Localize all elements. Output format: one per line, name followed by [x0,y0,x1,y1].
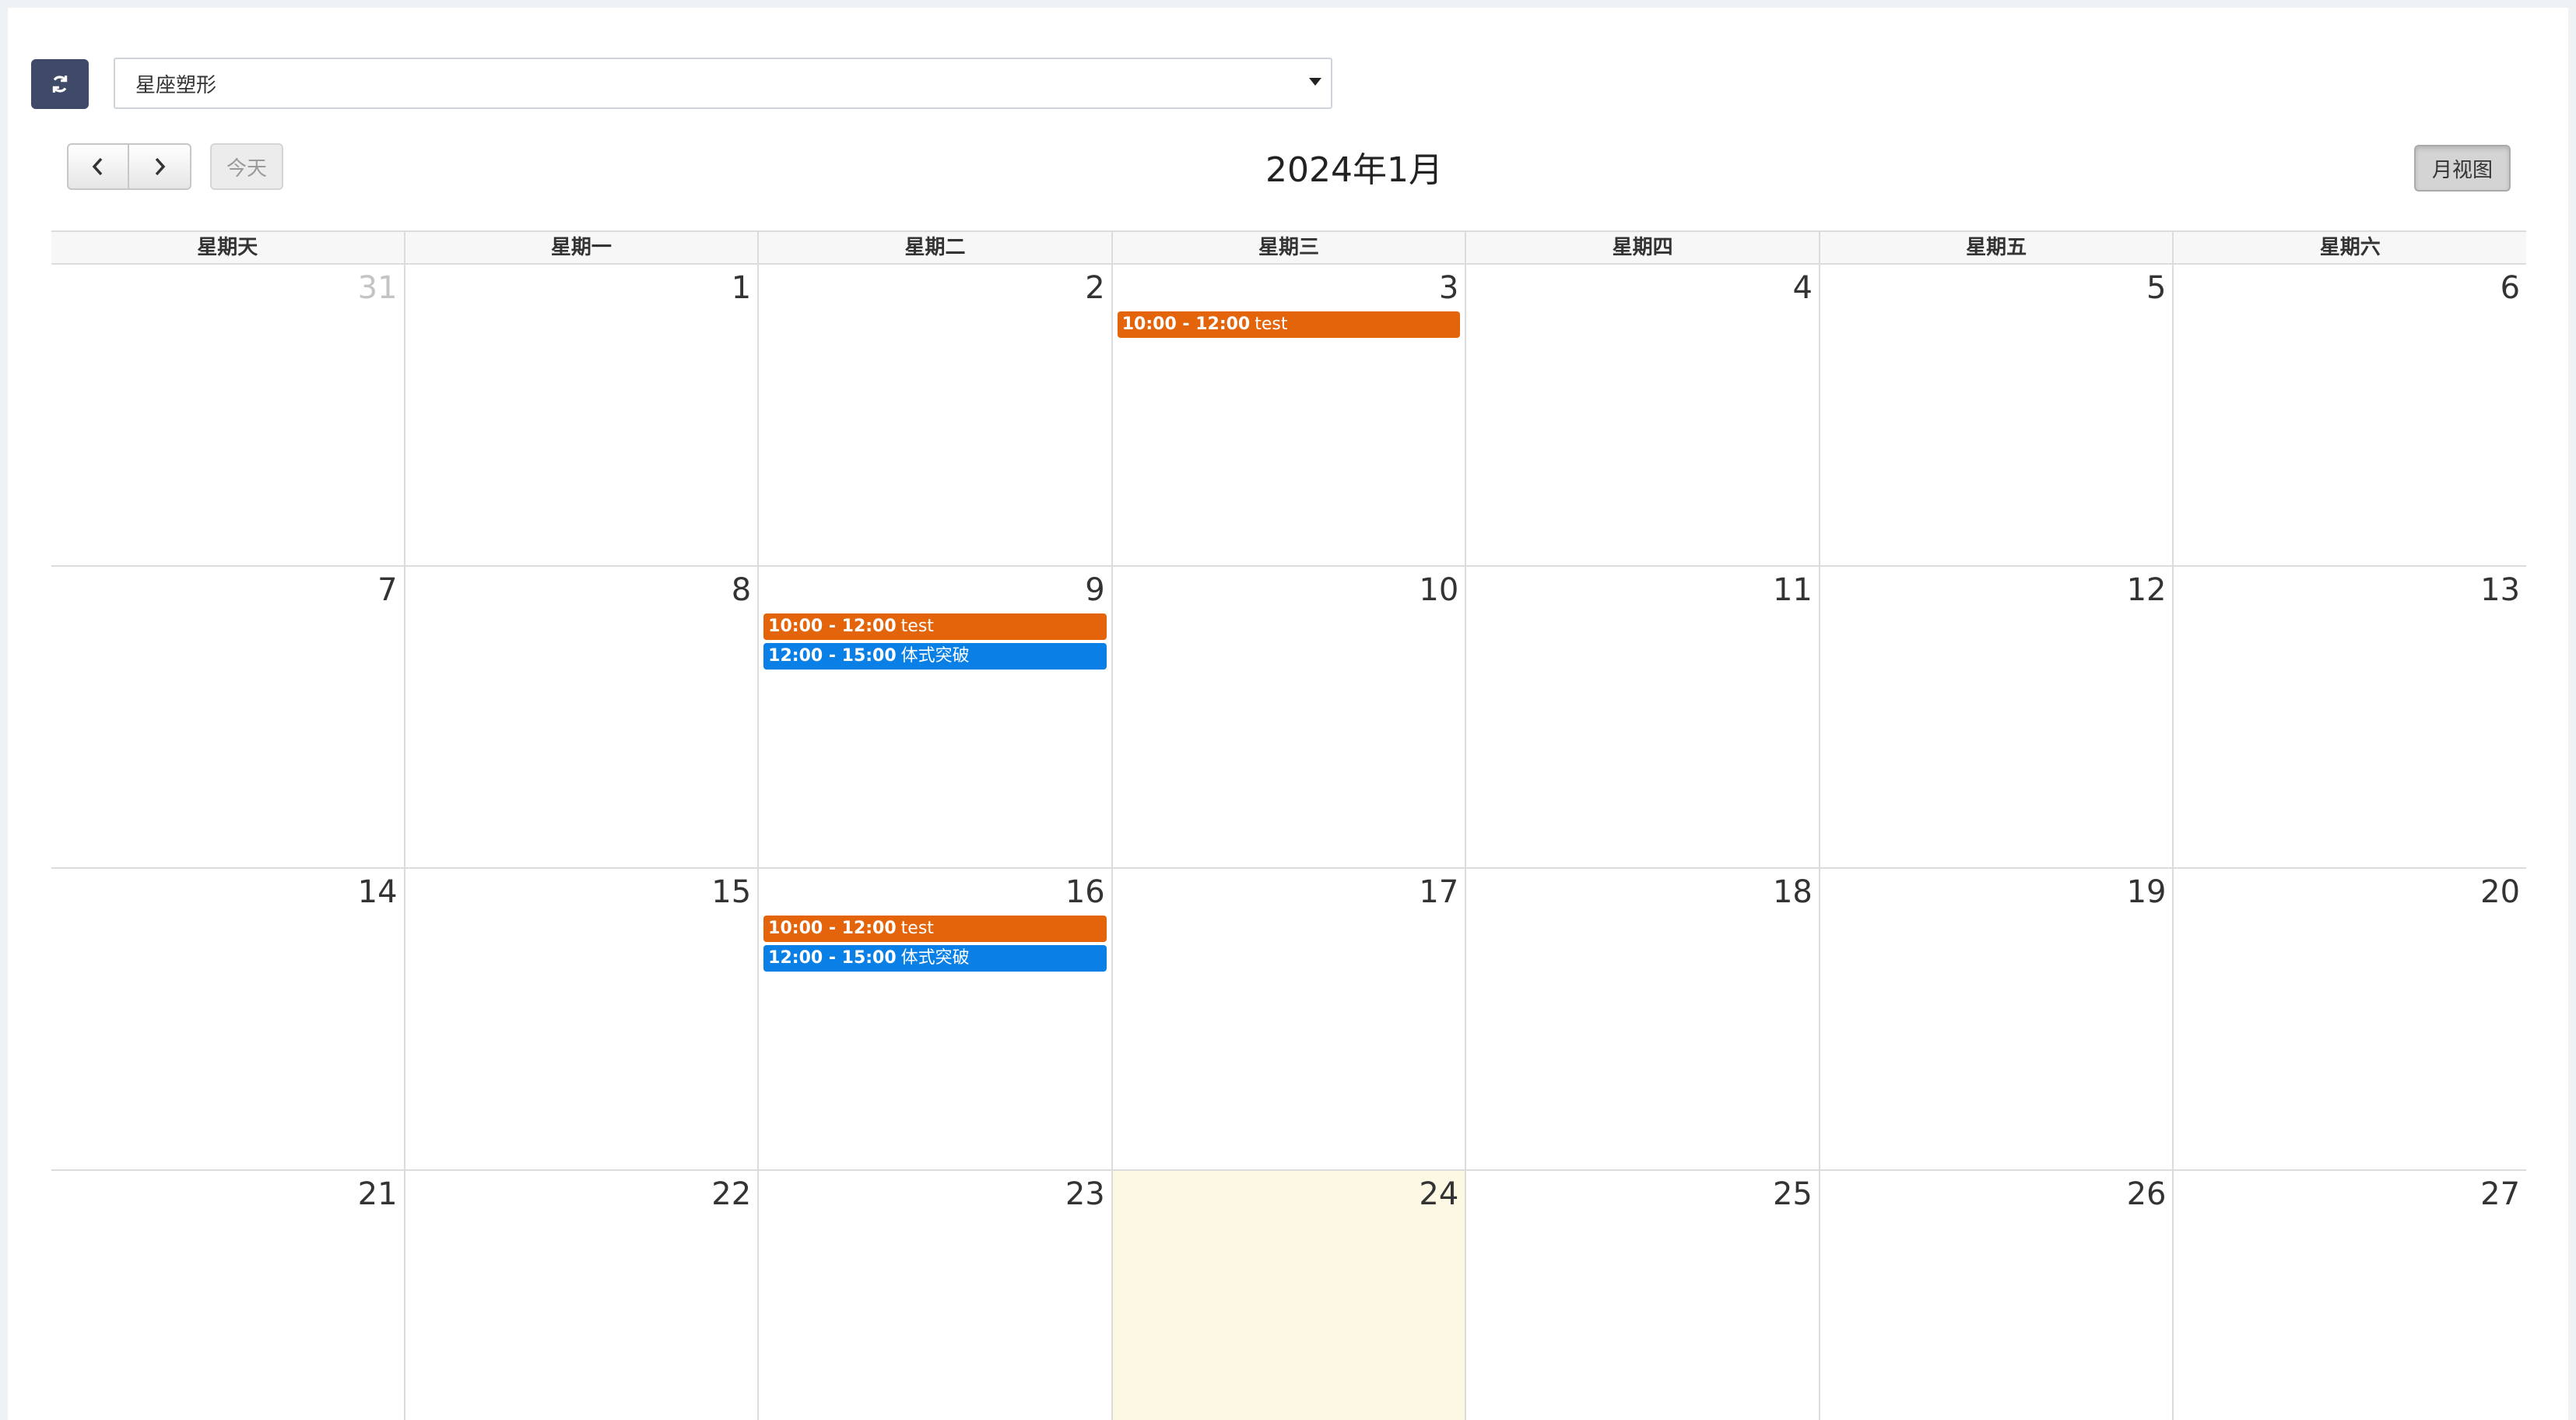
day-cell[interactable]: 13 [2174,567,2526,867]
weekday-header-cell: 星期四 [1466,232,1820,263]
day-number: 19 [2126,874,2167,910]
weekday-header-cell: 星期三 [1113,232,1467,263]
chevron-right-icon [155,157,166,176]
event-time: 10:00 - 12:00 [768,919,897,938]
calendar-event[interactable]: 12:00 - 15:00 体式突破 [763,945,1107,972]
weekday-header-cell: 星期一 [405,232,760,263]
day-number: 18 [1772,874,1813,910]
day-cell[interactable]: 9 10:00 - 12:00 test 12:00 - 15:00 体式突破 [759,567,1113,867]
day-cell[interactable]: 16 10:00 - 12:00 test 12:00 - 15:00 体式突破 [759,869,1113,1169]
caret-down-icon [1309,78,1321,86]
event-title: test [900,919,934,938]
day-number: 11 [1772,572,1813,608]
weekday-header-cell: 星期五 [1820,232,2174,263]
day-cell-today[interactable]: 24 [1112,1171,1467,1420]
day-cell[interactable]: 3 10:00 - 12:00 test [1113,265,1467,565]
day-cell[interactable]: 7 [51,567,405,867]
week-row: 14 15 16 10:00 - 12:00 test 12:00 - 15:00 体式突破… [51,869,2526,1171]
course-select-value: 星座塑形 [135,73,217,97]
day-number: 17 [1419,874,1459,910]
day-number: 31 [357,270,398,306]
day-number: 16 [1065,874,1105,910]
calendar-event[interactable]: 10:00 - 12:00 test [763,613,1107,640]
calendar-title: 2024年1月 [1265,150,1443,190]
day-number: 14 [357,874,398,910]
day-cell[interactable]: 21 [51,1171,405,1420]
chevron-left-icon [92,157,103,176]
day-cell[interactable]: 15 [405,869,760,1169]
day-cell[interactable]: 26 [1820,1171,2174,1420]
day-number: 8 [731,572,752,608]
month-nav [67,143,191,190]
day-number: 10 [1419,572,1459,608]
day-cell[interactable]: 6 [2174,265,2526,565]
day-cell[interactable]: 5 [1820,265,2174,565]
prev-month-button[interactable] [67,143,129,190]
event-title: 体式突破 [900,646,970,666]
calendar-event[interactable]: 10:00 - 12:00 test [1117,311,1461,338]
weekday-header-cell: 星期二 [759,232,1113,263]
day-cell[interactable]: 8 [405,567,760,867]
month-grid: 星期天 星期一 星期二 星期三 星期四 星期五 星期六 31 1 2 3 10:00 - 12:00… [51,230,2526,1420]
day-number: 25 [1772,1176,1813,1212]
weekday-header-cell: 星期天 [51,232,405,263]
day-number: 13 [2480,572,2521,608]
day-number: 1 [731,270,752,306]
day-number: 21 [357,1176,398,1212]
day-cell[interactable]: 17 [1113,869,1467,1169]
day-number: 22 [711,1176,752,1212]
today-button[interactable]: 今天 [210,143,283,190]
day-cell[interactable]: 4 [1466,265,1820,565]
week-row: 7 8 9 10:00 - 12:00 test 12:00 - 15:00 体式突破 10 1… [51,567,2526,869]
event-time: 10:00 - 12:00 [1121,315,1251,334]
day-number: 3 [1438,270,1459,306]
next-month-button[interactable] [129,143,191,190]
course-select[interactable]: 星座塑形 [114,58,1332,109]
calendar-event[interactable]: 12:00 - 15:00 体式突破 [763,643,1107,670]
day-number: 26 [2126,1176,2167,1212]
event-title: 体式突破 [900,948,970,968]
day-cell[interactable]: 19 [1820,869,2174,1169]
event-title: test [900,617,934,636]
weekday-header: 星期天 星期一 星期二 星期三 星期四 星期五 星期六 [51,230,2526,265]
day-cell[interactable]: 23 [759,1171,1113,1420]
day-number: 23 [1065,1176,1105,1212]
day-cell[interactable]: 25 [1466,1171,1820,1420]
day-number: 24 [1419,1176,1459,1212]
day-cell[interactable]: 11 [1466,567,1820,867]
week-row: 31 1 2 3 10:00 - 12:00 test 4 5 6 [51,265,2526,567]
day-cell[interactable]: 14 [51,869,405,1169]
day-cell[interactable]: 27 [2174,1171,2526,1420]
refresh-icon [52,76,68,93]
day-cell[interactable]: 1 [405,265,760,565]
day-number: 7 [377,572,398,608]
event-title: test [1255,315,1288,334]
day-number: 12 [2126,572,2167,608]
week-row: 21 22 23 24 25 26 27 [51,1171,2526,1420]
calendar-panel: 星座塑形 今天 2024年1月 月视图 星期天 星期一 星期二 星期三 星期四 星期五 星期… [8,8,2568,1420]
day-number: 20 [2480,874,2521,910]
day-number: 15 [711,874,752,910]
day-number: 5 [2146,270,2167,306]
day-number: 2 [1085,270,1105,306]
day-cell[interactable]: 20 [2174,869,2526,1169]
day-number: 4 [1792,270,1813,306]
day-cell[interactable]: 12 [1820,567,2174,867]
event-time: 12:00 - 15:00 [768,948,897,968]
day-cell[interactable]: 22 [405,1171,760,1420]
day-cell[interactable]: 18 [1466,869,1820,1169]
day-number: 6 [2500,270,2521,306]
refresh-button[interactable] [31,59,89,109]
month-view-button[interactable]: 月视图 [2414,145,2511,192]
day-cell[interactable]: 31 [51,265,405,565]
day-cell[interactable]: 10 [1113,567,1467,867]
weeks-container: 31 1 2 3 10:00 - 12:00 test 4 5 6 7 8 9 10:00 - 12:0… [51,265,2526,1420]
calendar-event[interactable]: 10:00 - 12:00 test [763,916,1107,942]
event-time: 10:00 - 12:00 [768,617,897,636]
day-cell[interactable]: 2 [759,265,1113,565]
weekday-header-cell: 星期六 [2319,236,2381,259]
event-time: 12:00 - 15:00 [768,646,897,666]
day-number: 27 [2480,1176,2521,1212]
day-number: 9 [1085,572,1105,608]
